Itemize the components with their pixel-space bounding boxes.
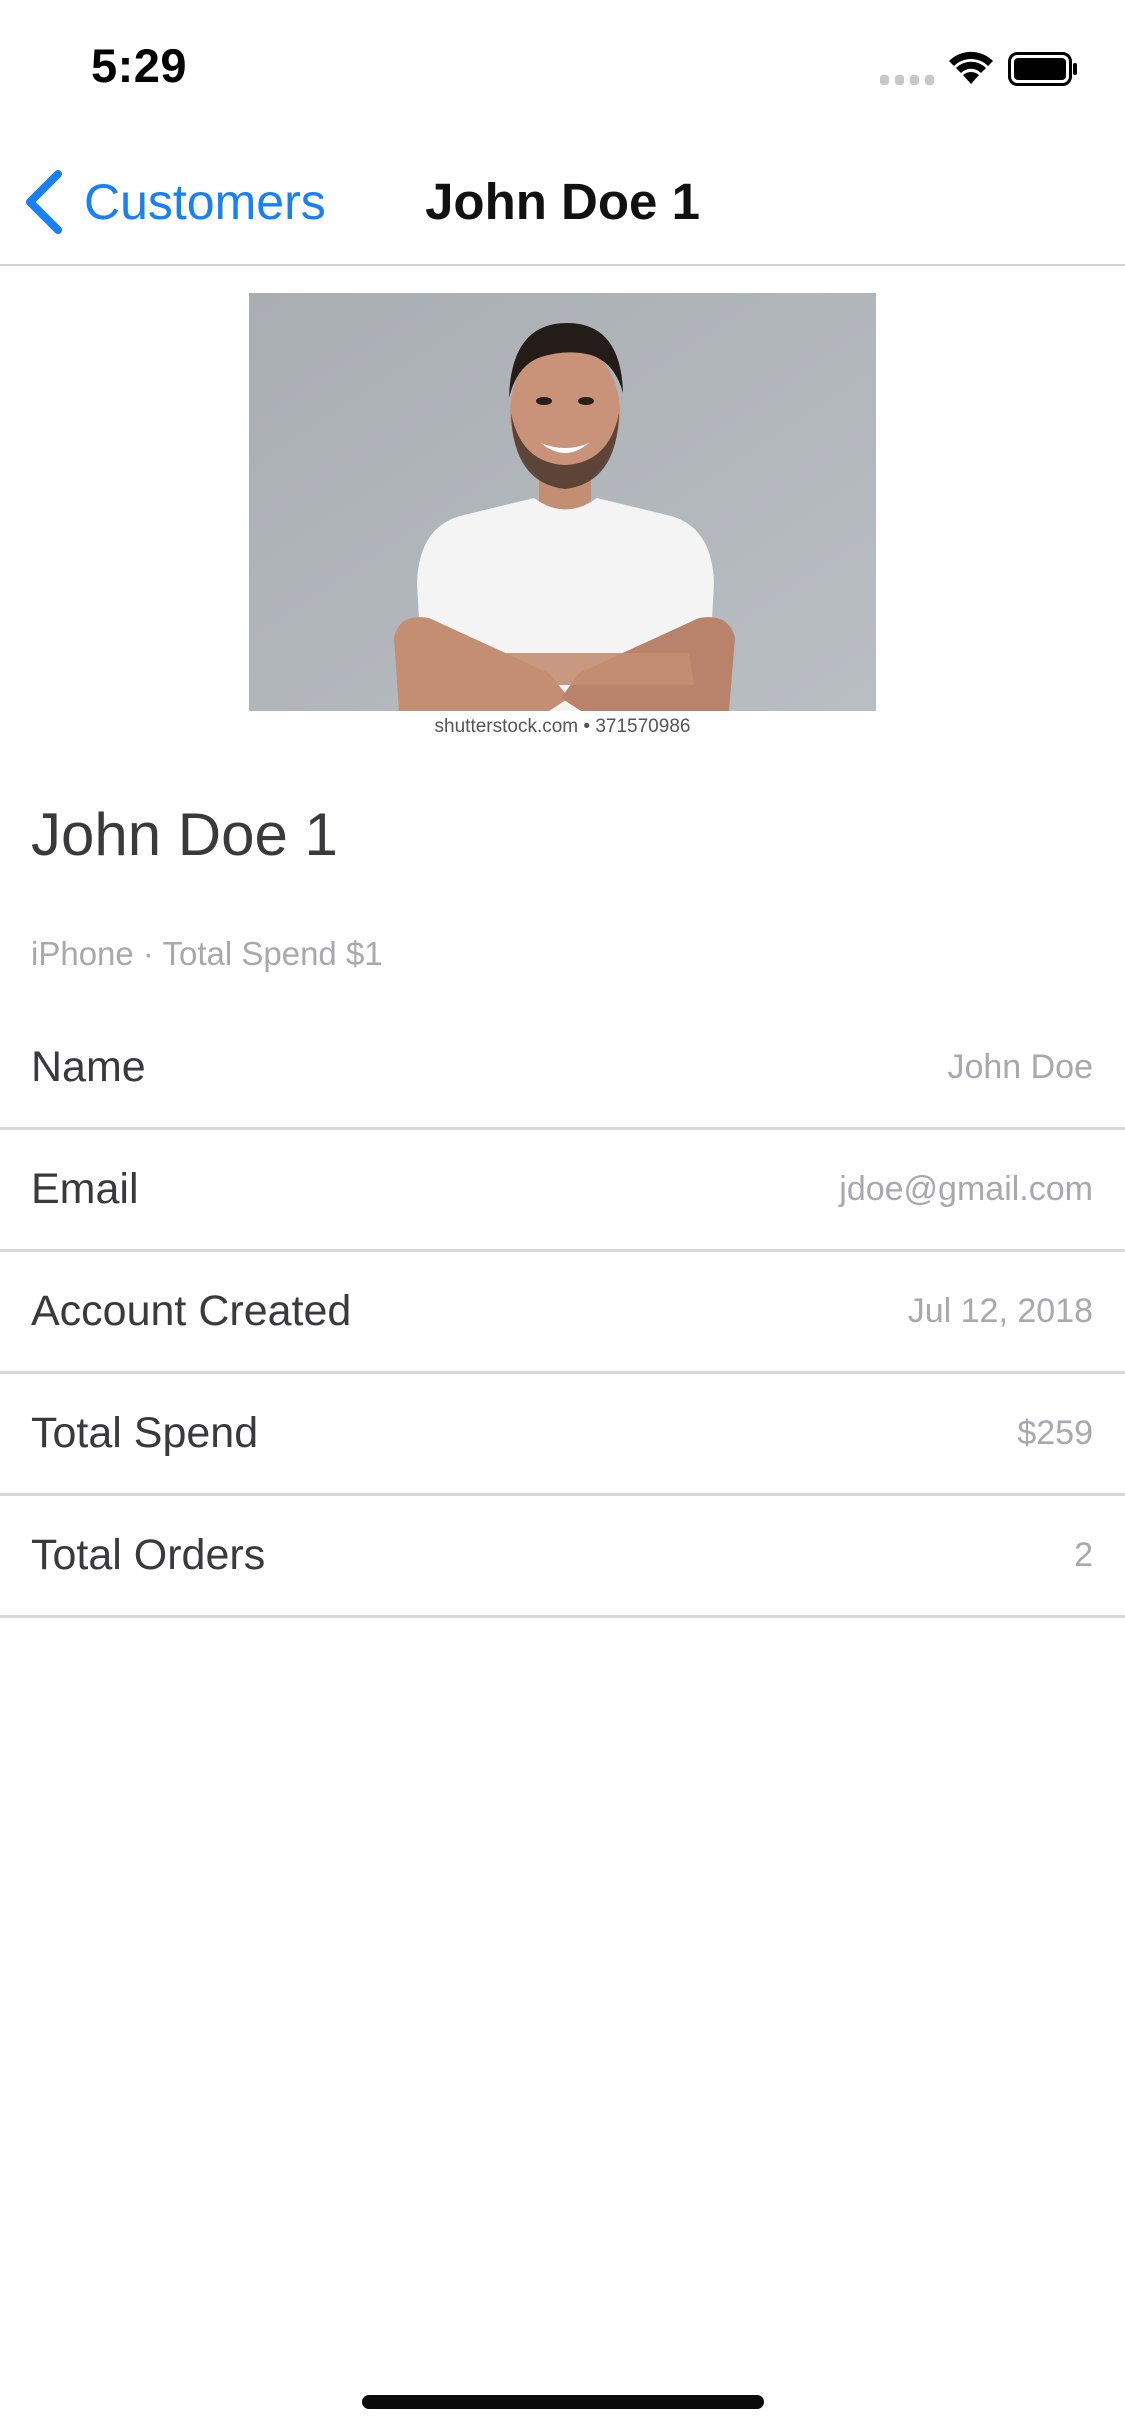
customer-photo-container: shutterstock.com • 371570986 bbox=[249, 293, 876, 743]
wifi-icon bbox=[949, 51, 993, 84]
detail-label: Email bbox=[31, 1165, 139, 1213]
photo-watermark: shutterstock.com • 371570986 bbox=[434, 716, 691, 737]
detail-label: Total Orders bbox=[31, 1531, 266, 1579]
detail-row-name: Name John Doe bbox=[0, 1008, 1125, 1130]
detail-value: John Doe bbox=[947, 1048, 1093, 1086]
detail-value: Jul 12, 2018 bbox=[907, 1292, 1093, 1330]
detail-row-total-orders: Total Orders 2 bbox=[0, 1496, 1125, 1618]
cellular-signal-icon bbox=[880, 75, 934, 87]
details-list: Name John Doe Email jdoe@gmail.com Accou… bbox=[0, 1008, 1125, 1618]
detail-label: Account Created bbox=[31, 1287, 352, 1335]
detail-row-email: Email jdoe@gmail.com bbox=[0, 1130, 1125, 1252]
detail-value: 2 bbox=[1074, 1536, 1093, 1574]
status-bar: 5:29 bbox=[0, 0, 1125, 140]
detail-label: Name bbox=[31, 1043, 146, 1091]
navigation-bar: Customers John Doe 1 bbox=[0, 140, 1125, 266]
battery-icon bbox=[1008, 52, 1077, 86]
customer-name-heading: John Doe 1 bbox=[31, 801, 338, 868]
customer-subtitle: iPhone · Total Spend $1 bbox=[31, 935, 383, 972]
home-indicator[interactable] bbox=[362, 2395, 764, 2409]
back-button-label: Customers bbox=[84, 174, 326, 230]
detail-label: Total Spend bbox=[31, 1409, 259, 1457]
status-time: 5:29 bbox=[91, 39, 188, 92]
detail-value: jdoe@gmail.com bbox=[839, 1170, 1093, 1208]
detail-row-account-created: Account Created Jul 12, 2018 bbox=[0, 1252, 1125, 1374]
back-button[interactable]: Customers bbox=[22, 140, 326, 264]
chevron-left-icon bbox=[26, 170, 62, 234]
customer-detail-screen: 5:29 Customers John Doe 1 shutterstock.c… bbox=[0, 0, 1125, 2436]
customer-photo bbox=[249, 293, 876, 711]
detail-value: $259 bbox=[1017, 1414, 1093, 1452]
detail-row-total-spend: Total Spend $259 bbox=[0, 1374, 1125, 1496]
